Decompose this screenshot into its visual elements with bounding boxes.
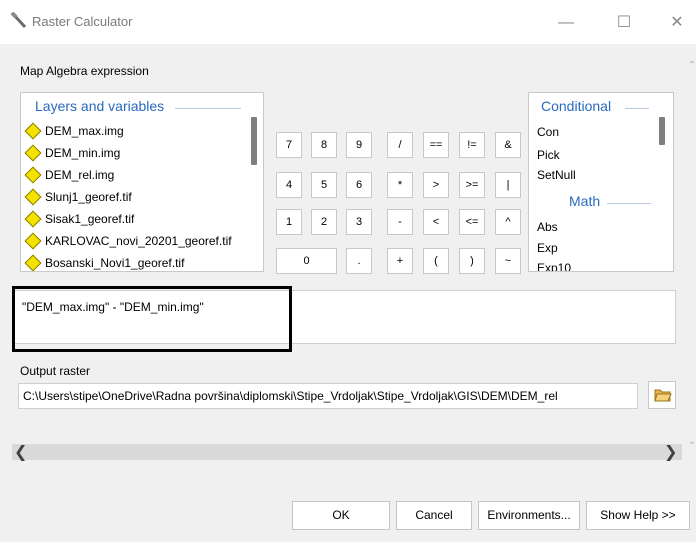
key-7[interactable]: 7 [276, 132, 302, 158]
output-raster-value: C:\Users\stipe\OneDrive\Radna površina\d… [23, 389, 558, 403]
function-item[interactable]: Exp [537, 241, 558, 255]
layer-item[interactable]: DEM_rel.img [24, 166, 114, 184]
scroll-left-icon[interactable]: ❮ [14, 442, 27, 462]
title-bar: Raster Calculator — ☐ ✕ [0, 0, 696, 44]
key-greater[interactable]: > [423, 172, 449, 198]
layer-icon [24, 144, 42, 162]
raster-calculator-icon [10, 12, 27, 29]
key-2[interactable]: 2 [311, 209, 337, 235]
maximize-button[interactable]: ☐ [604, 8, 644, 38]
window-title: Raster Calculator [32, 14, 133, 29]
horizontal-scrollbar[interactable] [12, 444, 682, 460]
function-item[interactable]: Exp10 [537, 261, 571, 271]
header-divider [607, 203, 651, 204]
cancel-button[interactable]: Cancel [396, 501, 472, 530]
layer-icon [24, 166, 42, 184]
math-header: Math [569, 193, 601, 209]
key-5[interactable]: 5 [311, 172, 337, 198]
key-open-paren[interactable]: ( [423, 248, 449, 274]
key-not[interactable]: ~ [495, 248, 521, 274]
show-help-button[interactable]: Show Help >> [586, 501, 690, 530]
layers-list[interactable]: Layers and variables DEM_max.img DEM_min… [20, 92, 264, 272]
layer-icon [24, 210, 42, 228]
key-divide[interactable]: / [387, 132, 413, 158]
layer-item[interactable]: Bosanski_Novi1_georef.tif [24, 254, 184, 271]
output-raster-label: Output raster [20, 364, 91, 378]
key-close-paren[interactable]: ) [459, 248, 485, 274]
ok-button[interactable]: OK [292, 501, 390, 530]
expression-section-label: Map Algebra expression [20, 64, 149, 78]
key-less-equal[interactable]: <= [459, 209, 485, 235]
key-6[interactable]: 6 [346, 172, 372, 198]
key-decimal[interactable]: . [346, 248, 372, 274]
scroll-down-icon[interactable]: ⌄ [688, 436, 696, 447]
functions-scrollbar[interactable] [659, 117, 665, 145]
folder-open-icon [654, 389, 672, 402]
key-4[interactable]: 4 [276, 172, 302, 198]
layer-item[interactable]: DEM_max.img [24, 122, 124, 140]
function-item[interactable]: Pick [537, 148, 560, 162]
key-equal[interactable]: == [423, 132, 449, 158]
key-and[interactable]: & [495, 132, 521, 158]
layer-icon [24, 122, 42, 140]
key-minus[interactable]: - [387, 209, 413, 235]
layer-icon [24, 232, 42, 250]
close-button[interactable]: ✕ [657, 8, 696, 38]
layer-icon [24, 188, 42, 206]
key-less[interactable]: < [423, 209, 449, 235]
layer-item[interactable]: KARLOVAC_novi_20201_georef.tif [24, 232, 232, 250]
functions-list[interactable]: Conditional Con Pick SetNull Math Abs Ex… [528, 92, 674, 272]
key-8[interactable]: 8 [311, 132, 337, 158]
layer-item[interactable]: Sisak1_georef.tif [24, 210, 134, 228]
header-divider [175, 108, 241, 109]
layer-item[interactable]: Slunj1_georef.tif [24, 188, 132, 206]
header-divider [625, 108, 649, 109]
key-3[interactable]: 3 [346, 209, 372, 235]
function-item[interactable]: Abs [537, 220, 558, 234]
layer-icon [24, 254, 42, 271]
function-item[interactable]: Con [537, 125, 559, 139]
browse-button[interactable] [648, 381, 676, 409]
key-1[interactable]: 1 [276, 209, 302, 235]
minimize-button[interactable]: — [546, 8, 586, 38]
scroll-up-icon[interactable]: ⌃ [688, 60, 696, 71]
conditional-header: Conditional [541, 98, 612, 114]
key-9[interactable]: 9 [346, 132, 372, 158]
function-item[interactable]: SetNull [537, 168, 576, 182]
key-xor[interactable]: ^ [495, 209, 521, 235]
key-not-equal[interactable]: != [459, 132, 485, 158]
scroll-right-icon[interactable]: ❯ [664, 442, 677, 462]
key-greater-equal[interactable]: >= [459, 172, 485, 198]
expression-text: "DEM_max.img" - "DEM_min.img" [22, 300, 204, 314]
key-or[interactable]: | [495, 172, 521, 198]
layers-header: Layers and variables [35, 98, 165, 114]
output-raster-input[interactable]: C:\Users\stipe\OneDrive\Radna površina\d… [18, 383, 638, 409]
key-0[interactable]: 0 [276, 248, 337, 274]
layers-scrollbar[interactable] [251, 117, 257, 165]
layer-item[interactable]: DEM_min.img [24, 144, 120, 162]
key-multiply[interactable]: * [387, 172, 413, 198]
highlight-box [12, 286, 292, 352]
environments-button[interactable]: Environments... [478, 501, 580, 530]
key-plus[interactable]: + [387, 248, 413, 274]
